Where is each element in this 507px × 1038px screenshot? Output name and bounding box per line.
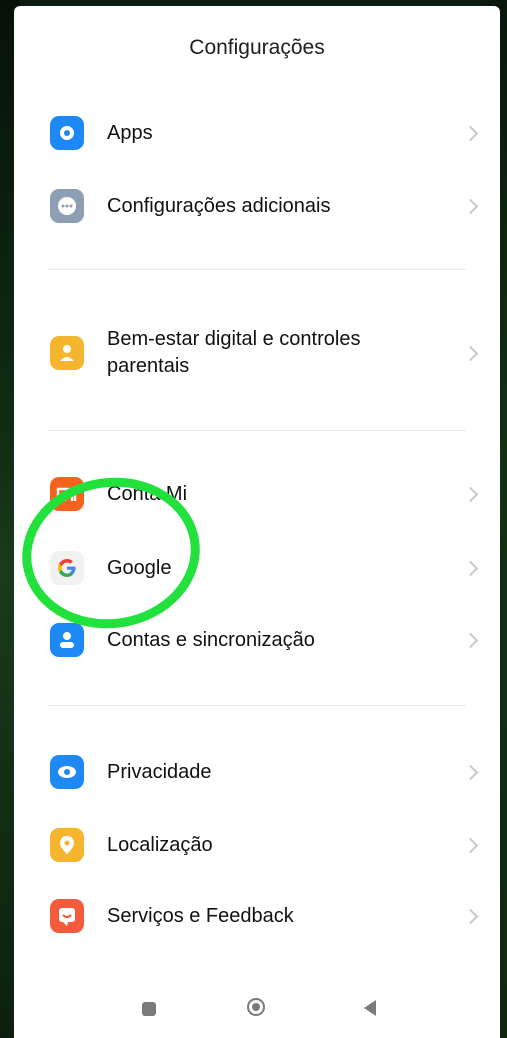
settings-item-bem-estar[interactable]: Bem-estar digital e controles parentais [14, 318, 500, 388]
settings-item-conta-mi[interactable]: Conta Mi [14, 464, 500, 524]
settings-screen: Configurações Apps Configurações adicion… [14, 6, 500, 1038]
settings-item-config-adicionais[interactable]: Configurações adicionais [14, 176, 500, 236]
settings-item-label: Conta Mi [107, 482, 188, 505]
chevron-right-icon [462, 764, 479, 780]
divider [48, 705, 466, 706]
person-icon [50, 336, 84, 370]
location-pin-icon [50, 828, 84, 862]
page-title: Configurações [189, 36, 325, 59]
settings-item-servicos[interactable]: Serviços e Feedback [14, 886, 500, 946]
settings-item-label: Configurações adicionais [107, 194, 331, 217]
settings-item-label: Localização [107, 833, 213, 856]
settings-item-privacidade[interactable]: Privacidade [14, 742, 500, 802]
more-dots-icon [50, 189, 84, 223]
chevron-right-icon [462, 632, 479, 648]
settings-item-label: Serviços e Feedback [107, 904, 294, 927]
settings-item-localizacao[interactable]: Localização [14, 815, 500, 875]
feedback-icon [50, 899, 84, 933]
google-g-icon [50, 551, 84, 585]
settings-item-label: Contas e sincronização [107, 628, 315, 651]
chevron-right-icon [462, 345, 479, 361]
chevron-right-icon [462, 837, 479, 853]
settings-item-google[interactable]: Google [14, 538, 500, 598]
settings-item-label: Privacidade [107, 760, 212, 783]
chevron-right-icon [462, 908, 479, 924]
gear-icon [50, 116, 84, 150]
settings-item-contas[interactable]: Contas e sincronização [14, 610, 500, 670]
chevron-right-icon [462, 560, 479, 576]
settings-item-label: Apps [107, 121, 153, 144]
settings-item-label: Bem-estar digital e controles parentais [107, 328, 361, 377]
settings-item-label: Google [107, 556, 172, 579]
system-nav-bar [14, 978, 500, 1038]
eye-icon [50, 755, 84, 789]
recents-button[interactable] [142, 1002, 156, 1016]
settings-item-apps[interactable]: Apps [14, 103, 500, 163]
chevron-right-icon [462, 198, 479, 214]
chevron-right-icon [462, 125, 479, 141]
chevron-right-icon [462, 486, 479, 502]
home-button[interactable] [247, 998, 265, 1016]
back-button[interactable] [364, 1000, 376, 1016]
account-icon [50, 623, 84, 657]
divider [48, 269, 466, 270]
mi-logo-icon [50, 477, 84, 511]
divider [48, 430, 466, 431]
